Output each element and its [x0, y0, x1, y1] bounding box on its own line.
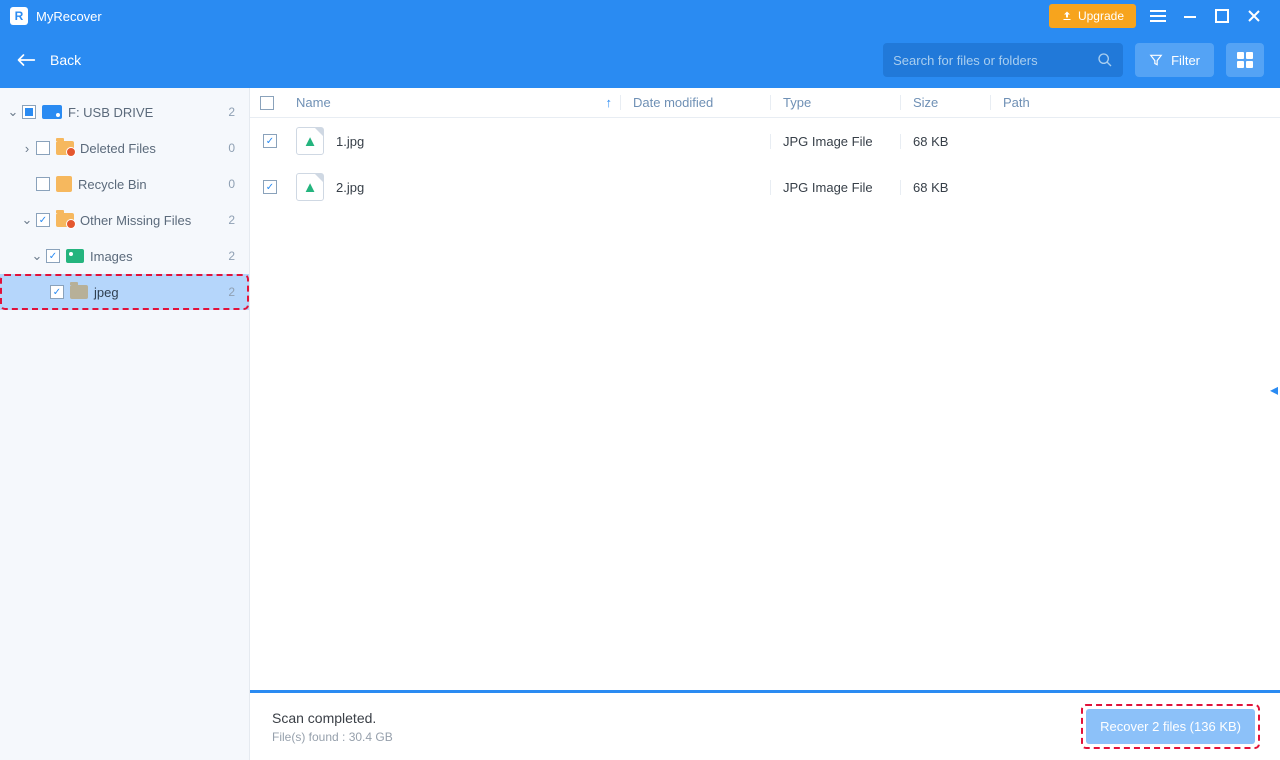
search-icon: [1097, 52, 1113, 68]
search-box[interactable]: [883, 43, 1123, 77]
checkbox[interactable]: [36, 177, 50, 191]
file-name: 2.jpg: [336, 180, 364, 195]
column-label: Name: [296, 95, 331, 110]
chevron-down-icon[interactable]: ⌄: [20, 212, 34, 228]
column-label: Type: [783, 95, 811, 110]
select-all-checkbox[interactable]: [260, 96, 274, 110]
recover-highlight: Recover 2 files (136 KB): [1083, 706, 1258, 747]
tree-recycle[interactable]: › Recycle Bin 0: [0, 166, 249, 202]
folder-icon: [70, 285, 88, 299]
file-type: JPG Image File: [783, 180, 873, 195]
chevron-down-icon[interactable]: ⌄: [30, 248, 44, 264]
tree-jpeg[interactable]: jpeg 2: [0, 274, 249, 310]
folder-icon: [56, 141, 74, 155]
checkbox[interactable]: [50, 285, 64, 299]
tree-label: Deleted Files: [80, 141, 156, 156]
tree-label: Other Missing Files: [80, 213, 191, 228]
tree-label: Recycle Bin: [78, 177, 147, 192]
tree-drive[interactable]: ⌄ F: USB DRIVE 2: [0, 94, 249, 130]
title-bar: R MyRecover Upgrade: [0, 0, 1280, 32]
tree-images[interactable]: ⌄ Images 2: [0, 238, 249, 274]
file-row[interactable]: ▲ 1.jpg JPG Image File 68 KB: [250, 118, 1280, 164]
menu-icon: [1150, 10, 1166, 22]
column-name-header[interactable]: Name ↑: [290, 95, 620, 110]
scan-status: Scan completed.: [272, 710, 393, 726]
highlight-annotation: [0, 274, 249, 310]
sort-asc-icon[interactable]: ↑: [606, 95, 613, 110]
filter-button[interactable]: Filter: [1135, 43, 1214, 77]
file-type: JPG Image File: [783, 134, 873, 149]
folder-icon: [56, 213, 74, 227]
file-list: ▲ 1.jpg JPG Image File 68 KB ▲ 2.jpg JPG…: [250, 118, 1280, 690]
panel-collapse-handle[interactable]: ◂: [1268, 378, 1280, 402]
toolbar: Back Filter: [0, 32, 1280, 88]
file-size: 68 KB: [913, 134, 948, 149]
chevron-down-icon[interactable]: ⌄: [6, 104, 20, 120]
app-logo-icon: R: [10, 7, 28, 25]
checkbox[interactable]: [36, 141, 50, 155]
close-icon: [1247, 9, 1261, 23]
back-button[interactable]: Back: [16, 52, 81, 68]
menu-button[interactable]: [1142, 0, 1174, 32]
tree-count: 2: [228, 249, 239, 263]
column-check: [250, 96, 290, 110]
back-arrow-icon: [16, 52, 36, 68]
recover-label: Recover 2 files (136 KB): [1100, 719, 1241, 734]
file-name: 1.jpg: [336, 134, 364, 149]
tree-label: Images: [90, 249, 133, 264]
drive-icon: [42, 105, 62, 119]
file-size: 68 KB: [913, 180, 948, 195]
upgrade-button[interactable]: Upgrade: [1049, 4, 1136, 28]
checkbox[interactable]: [263, 134, 277, 148]
maximize-button[interactable]: [1206, 0, 1238, 32]
tree-count: 0: [228, 141, 239, 155]
column-size-header[interactable]: Size: [900, 95, 990, 110]
image-file-icon: ▲: [296, 173, 324, 201]
checkbox[interactable]: [263, 180, 277, 194]
tree-label: jpeg: [94, 285, 119, 300]
file-panel: Name ↑ Date modified Type Size Path ▲ 1.…: [250, 88, 1280, 760]
maximize-icon: [1215, 9, 1229, 23]
image-file-icon: ▲: [296, 127, 324, 155]
tree-deleted[interactable]: › Deleted Files 0: [0, 130, 249, 166]
column-label: Date modified: [633, 95, 713, 110]
filter-label: Filter: [1171, 53, 1200, 68]
file-row[interactable]: ▲ 2.jpg JPG Image File 68 KB: [250, 164, 1280, 210]
image-folder-icon: [66, 249, 84, 263]
search-input[interactable]: [893, 53, 1097, 68]
minimize-icon: [1183, 9, 1197, 23]
tree-count: 2: [228, 213, 239, 227]
tree-missing[interactable]: ⌄ Other Missing Files 2: [0, 202, 249, 238]
tree-count: 0: [228, 177, 239, 191]
upload-icon: [1061, 10, 1073, 22]
tree-count: 2: [228, 285, 239, 299]
column-label: Path: [1003, 95, 1030, 110]
tree-label: F: USB DRIVE: [68, 105, 153, 120]
app-title: MyRecover: [36, 9, 102, 24]
recycle-bin-icon: [56, 176, 72, 192]
grid-view-button[interactable]: [1226, 43, 1264, 77]
upgrade-label: Upgrade: [1078, 9, 1124, 23]
tree-count: 2: [228, 105, 239, 119]
grid-icon: [1237, 52, 1253, 68]
back-label: Back: [50, 52, 81, 68]
minimize-button[interactable]: [1174, 0, 1206, 32]
checkbox[interactable]: [22, 105, 36, 119]
sidebar: ⌄ F: USB DRIVE 2 › Deleted Files 0 › Rec…: [0, 88, 250, 760]
chevron-right-icon[interactable]: ›: [20, 141, 34, 156]
close-button[interactable]: [1238, 0, 1270, 32]
column-label: Size: [913, 95, 938, 110]
checkbox[interactable]: [36, 213, 50, 227]
column-date-header[interactable]: Date modified: [620, 95, 770, 110]
filter-icon: [1149, 53, 1163, 67]
column-path-header[interactable]: Path: [990, 95, 1280, 110]
footer: Scan completed. File(s) found : 30.4 GB …: [250, 690, 1280, 760]
scan-substatus: File(s) found : 30.4 GB: [272, 730, 393, 744]
checkbox[interactable]: [46, 249, 60, 263]
recover-button[interactable]: Recover 2 files (136 KB): [1086, 709, 1255, 744]
column-type-header[interactable]: Type: [770, 95, 900, 110]
column-header-row: Name ↑ Date modified Type Size Path: [250, 88, 1280, 118]
